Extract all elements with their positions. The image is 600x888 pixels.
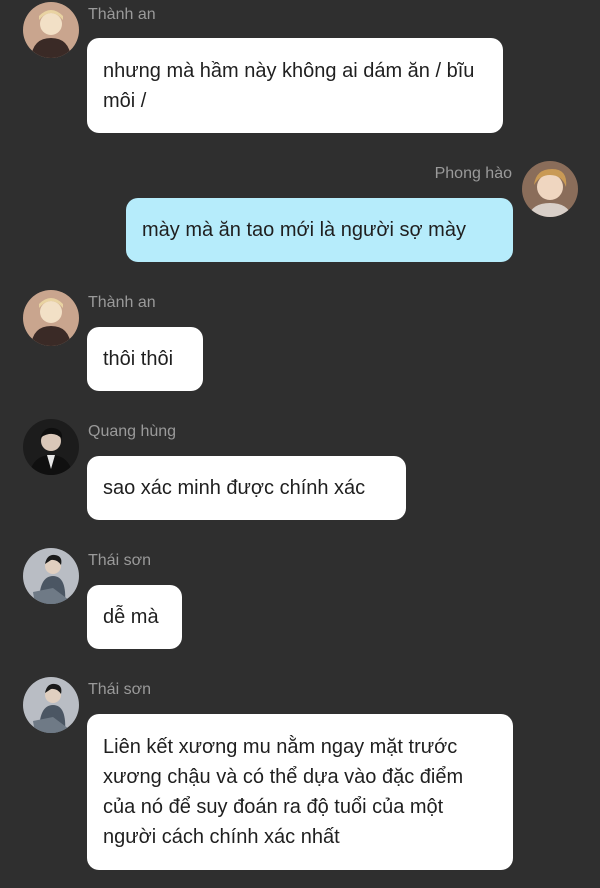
sender-name: Thái sơn [88, 552, 151, 569]
avatar-phong-hao[interactable] [522, 161, 578, 217]
sender-name: Thành an [88, 294, 156, 311]
chat-thread: Thành an nhưng mà hầm này không ai dám ă… [0, 0, 600, 888]
avatar-thanh-an[interactable] [23, 290, 79, 346]
message-bubble[interactable]: dễ mà [87, 585, 182, 649]
avatar-thai-son[interactable] [23, 677, 79, 733]
message-bubble[interactable]: sao xác minh được chính xác [87, 456, 406, 520]
message-bubble[interactable]: Liên kết xương mu nằm ngay mặt trước xươ… [87, 714, 513, 870]
sender-name: Phong hào [434, 165, 512, 182]
message-text: Liên kết xương mu nằm ngay mặt trước xươ… [103, 736, 464, 848]
message-bubble[interactable]: thôi thôi [87, 327, 203, 391]
message-text: dễ mà [103, 606, 159, 628]
avatar-thanh-an[interactable] [23, 2, 79, 58]
message-text: mày mà ăn tao mới là người sợ mày [142, 219, 466, 241]
message-bubble[interactable]: nhưng mà hầm này không ai dám ăn / bĩu m… [87, 38, 503, 133]
sender-name: Thái sơn [88, 681, 151, 698]
message-text: sao xác minh được chính xác [103, 477, 366, 499]
avatar-quang-hung[interactable] [23, 419, 79, 475]
message-bubble[interactable]: mày mà ăn tao mới là người sợ mày [126, 198, 513, 262]
sender-name: Thành an [88, 6, 156, 23]
avatar-thai-son[interactable] [23, 548, 79, 604]
sender-name: Quang hùng [88, 423, 177, 440]
message-text: thôi thôi [103, 348, 174, 370]
message-text: nhưng mà hầm này không ai dám ăn / bĩu m… [103, 59, 475, 112]
